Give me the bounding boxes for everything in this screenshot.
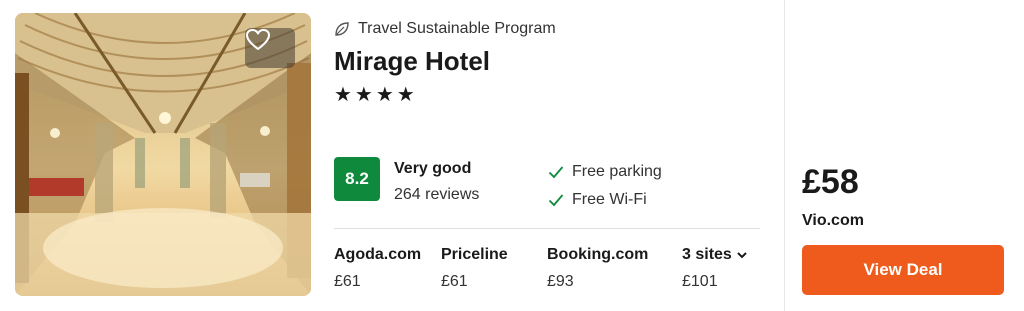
site-name: Priceline (441, 246, 508, 263)
program-label: Travel Sustainable Program (358, 20, 556, 37)
more-sites-label: 3 sites (682, 246, 732, 263)
vertical-divider (784, 0, 785, 311)
more-sites-toggle[interactable]: 3 sites (682, 246, 748, 264)
check-icon (548, 194, 564, 207)
amenity-item: Free parking (548, 163, 662, 181)
site-price: £61 (334, 273, 361, 290)
rating-label: Very good (394, 160, 472, 177)
amenity-label: Free Wi-Fi (572, 191, 647, 208)
site-price-booking[interactable]: Booking.com £93 (547, 246, 648, 291)
best-price-provider: Vio.com (802, 212, 864, 229)
amenity-label: Free parking (572, 163, 662, 180)
amenity-item: Free Wi-Fi (548, 191, 647, 209)
hotel-name[interactable]: Mirage Hotel (334, 46, 490, 77)
review-score-badge: 8.2 (334, 157, 380, 201)
star-rating: ★★★★ (334, 84, 418, 106)
site-price: £61 (441, 273, 468, 290)
heart-icon (246, 29, 270, 50)
divider (334, 228, 760, 229)
hotel-photo[interactable] (15, 13, 311, 296)
check-icon (548, 166, 564, 179)
hotel-card: Travel Sustainable Program Mirage Hotel … (0, 0, 1024, 311)
site-name: Booking.com (547, 246, 649, 263)
site-price: £93 (547, 273, 574, 290)
site-price-priceline[interactable]: Priceline £61 (441, 246, 508, 291)
leaf-icon (335, 22, 349, 36)
sustainability-program: Travel Sustainable Program (334, 20, 556, 38)
site-price: £101 (682, 273, 718, 290)
more-sites-dropdown[interactable]: 3 sites £101 (682, 246, 748, 291)
review-count: 264 reviews (394, 186, 480, 203)
best-price: £58 (802, 163, 859, 201)
chevron-down-icon (737, 252, 747, 259)
view-deal-button[interactable]: View Deal (802, 245, 1004, 295)
site-name: Agoda.com (334, 246, 422, 263)
site-price-agoda[interactable]: Agoda.com £61 (334, 246, 421, 291)
favorite-button[interactable] (245, 28, 295, 68)
